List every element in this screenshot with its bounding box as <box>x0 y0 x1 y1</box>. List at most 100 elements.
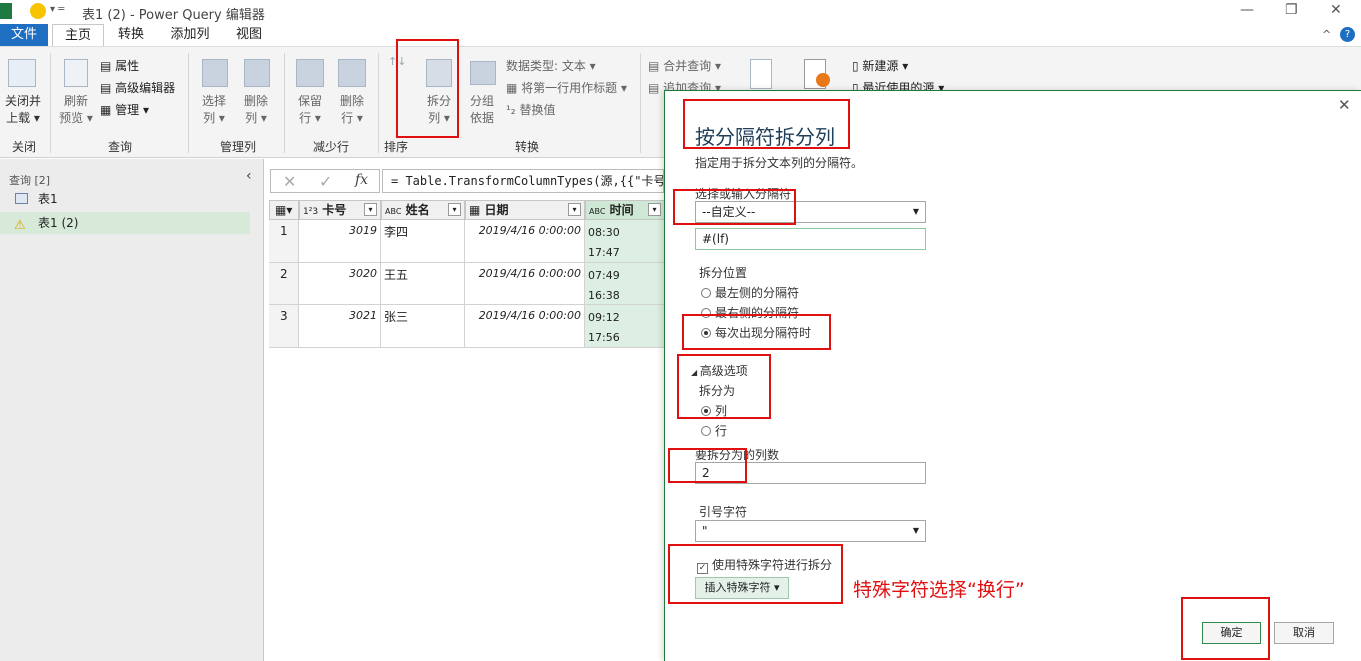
refresh-label-2: 预览 ▾ <box>59 111 93 125</box>
quick-access-dropdown-icon[interactable]: ▾ ═ <box>50 4 64 15</box>
radio-icon <box>701 426 711 436</box>
first-row-header-button[interactable]: ▦ 将第一行用作标题 ▾ <box>506 79 627 96</box>
radio-icon <box>701 288 711 298</box>
table-menu-icon: ▦▾ <box>275 203 293 217</box>
table-row[interactable]: 3 3021 张三 2019/4/16 0:00:00 09:12 17:56 <box>269 305 665 348</box>
split-at-leftmost-label: 最左侧的分隔符 <box>715 286 800 300</box>
new-source-label: 新建源 ▾ <box>862 59 909 73</box>
quote-char-select[interactable]: " ▼ <box>695 520 926 542</box>
tab-view[interactable]: 视图 <box>226 24 272 46</box>
cancel-button[interactable]: 取消 <box>1274 622 1334 644</box>
table-row[interactable]: 1 3019 李四 2019/4/16 0:00:00 08:30 17:47 <box>269 220 665 263</box>
data-type-dropdown[interactable]: 数据类型: 文本 ▾ <box>506 57 596 74</box>
column-header-label: 时间 <box>609 203 634 217</box>
cell-time-line-2: 16:38 <box>588 289 620 302</box>
merge-queries-icon: ▤ <box>648 59 664 73</box>
filter-dropdown-icon[interactable]: ▾ <box>568 203 581 216</box>
restore-button[interactable]: ❐ <box>1285 2 1298 18</box>
cell-time-line-1: 08:30 <box>588 226 620 239</box>
close-load-button[interactable]: 关闭并 上载 ▾ <box>0 93 46 127</box>
table-row[interactable]: 2 3020 王五 2019/4/16 0:00:00 07:49 16:38 <box>269 263 665 305</box>
ribbon-separator <box>640 53 641 153</box>
parameters-icon[interactable] <box>750 59 772 89</box>
column-header-date[interactable]: ▦ 日期 ▾ <box>465 200 585 220</box>
manage-label: 管理 ▾ <box>115 103 149 117</box>
minimize-button[interactable]: — <box>1240 2 1254 18</box>
dialog-close-icon[interactable]: ✕ <box>1338 96 1351 114</box>
choose-columns-button[interactable]: 选择 列 ▾ <box>194 93 234 127</box>
remove-columns-button[interactable]: 删除 列 ▾ <box>236 93 276 127</box>
choose-columns-icon <box>202 59 228 87</box>
tab-add-column[interactable]: 添加列 <box>164 24 216 46</box>
collapse-ribbon-icon[interactable]: ^ <box>1322 28 1331 41</box>
tab-transform[interactable]: 转换 <box>108 24 154 46</box>
keep-rows-label-1: 保留 <box>297 94 322 108</box>
formula-bar-controls: ✕ ✓ fx <box>270 169 380 193</box>
column-header-name[interactable]: ABC 姓名 ▾ <box>381 200 465 220</box>
filter-dropdown-icon[interactable]: ▾ <box>364 203 377 216</box>
advanced-editor-icon: ▤ <box>100 81 116 95</box>
column-header-time[interactable]: ABC 时间 ▾ <box>585 200 665 220</box>
keep-rows-icon <box>296 59 324 87</box>
tab-home[interactable]: 主页 <box>52 24 104 46</box>
custom-delimiter-input[interactable]: #(lf) <box>695 228 926 250</box>
ribbon-separator <box>378 53 379 153</box>
tab-file[interactable]: 文件 <box>0 24 48 46</box>
special-chars-highlight <box>668 544 843 604</box>
properties-button[interactable]: ▤ 属性 <box>100 57 139 74</box>
fx-icon[interactable]: fx <box>355 172 368 188</box>
filter-dropdown-icon[interactable]: ▾ <box>648 203 661 216</box>
ribbon-separator <box>188 53 189 153</box>
queries-header: 查询 [2] <box>9 174 51 187</box>
query-item[interactable]: 表1 <box>0 188 250 210</box>
first-row-header-label: 将第一行用作标题 ▾ <box>521 81 627 95</box>
split-column-highlight <box>396 39 459 138</box>
replace-values-label: 替换值 <box>519 103 556 117</box>
manage-button[interactable]: ▦ 管理 ▾ <box>100 101 149 118</box>
group-reduce-rows: 减少行 <box>312 140 349 154</box>
remove-rows-button[interactable]: 删除 行 ▾ <box>332 93 372 127</box>
close-load-label-2: 上载 ▾ <box>6 111 40 125</box>
cell-time: 09:12 17:56 <box>585 305 665 348</box>
quote-char-value: " <box>702 524 708 538</box>
split-into-rows-radio[interactable]: 行 <box>701 422 727 439</box>
advanced-highlight <box>677 354 771 419</box>
remove-columns-label-1: 删除 <box>243 94 268 108</box>
queries-pane: 查询 [2] ‹ 表1 ⚠ 表1 (2) <box>0 159 264 661</box>
group-manage-columns: 管理列 <box>219 140 256 154</box>
replace-values-button[interactable]: ¹₂ 替换值 <box>506 101 555 118</box>
table-menu-header[interactable]: ▦▾ <box>269 200 299 220</box>
group-by-button[interactable]: 分组 依据 <box>462 93 502 127</box>
collapse-pane-icon[interactable]: ‹ <box>246 168 252 184</box>
merge-queries-button[interactable]: ▤ 合并查询 ▾ <box>648 57 721 74</box>
ribbon-separator <box>284 53 285 153</box>
column-header-label: 日期 <box>484 203 509 217</box>
cancel-formula-icon[interactable]: ✕ <box>283 172 296 191</box>
refresh-preview-button[interactable]: 刷新 预览 ▾ <box>54 93 98 127</box>
help-icon[interactable]: ? <box>1340 27 1355 42</box>
smiley-icon[interactable] <box>30 3 46 19</box>
column-header-label: 姓名 <box>405 203 430 217</box>
advanced-editor-button[interactable]: ▤ 高级编辑器 <box>100 79 175 96</box>
formula-input[interactable]: = Table.TransformColumnTypes(源,{{"卡号", <box>382 169 664 193</box>
close-window-button[interactable]: ✕ <box>1330 2 1342 18</box>
new-source-button[interactable]: ▯ 新建源 ▾ <box>852 57 908 74</box>
remove-rows-icon <box>338 59 366 87</box>
group-by-label-2: 依据 <box>469 111 494 125</box>
column-header-card[interactable]: 1²3 卡号 ▾ <box>299 200 381 220</box>
ribbon-tabs: 文件 主页 转换 添加列 视图 ^ ? <box>0 24 1361 46</box>
refresh-icon <box>64 59 88 87</box>
split-at-leftmost-radio[interactable]: 最左侧的分隔符 <box>701 284 799 301</box>
cell-name: 张三 <box>381 305 465 348</box>
row-number: 3 <box>269 305 299 348</box>
remove-columns-icon <box>244 59 270 87</box>
delimiter-highlight <box>673 189 796 225</box>
split-at-label: 拆分位置 <box>699 266 748 280</box>
filter-dropdown-icon[interactable]: ▾ <box>448 203 461 216</box>
query-item-selected[interactable]: ⚠ 表1 (2) <box>0 212 250 234</box>
ribbon-separator <box>50 53 51 153</box>
excel-icon <box>0 3 12 19</box>
keep-rows-button[interactable]: 保留 行 ▾ <box>290 93 330 127</box>
confirm-formula-icon[interactable]: ✓ <box>319 172 332 191</box>
keep-rows-label-2: 行 ▾ <box>299 111 321 125</box>
